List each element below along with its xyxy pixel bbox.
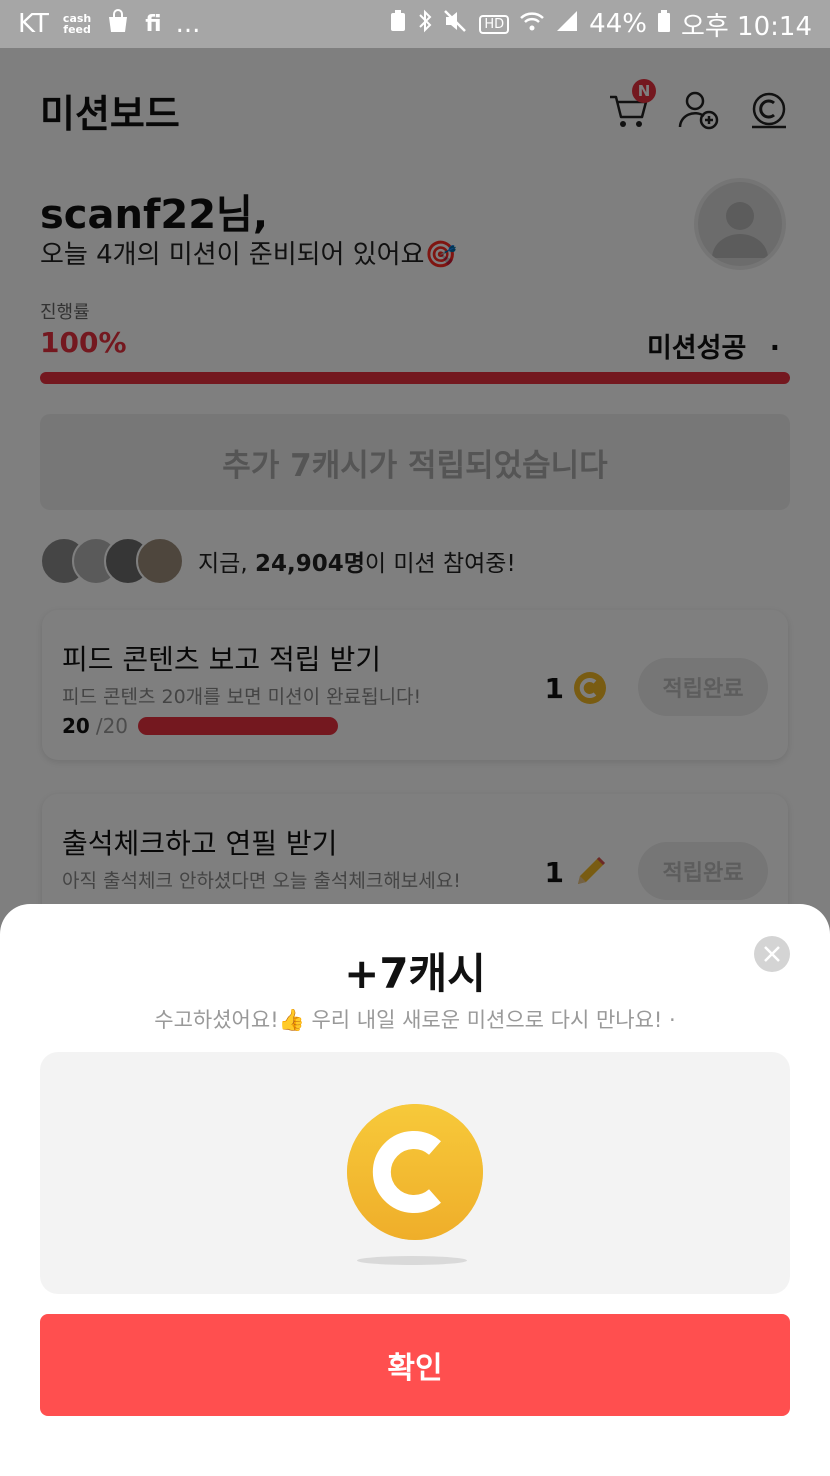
confirm-button[interactable]: 확인 [40, 1314, 790, 1416]
battery-percent: 44% [589, 9, 647, 39]
signal-icon [555, 9, 579, 39]
battery-saver-icon [389, 9, 407, 39]
reward-message: 수고하셨어요!👍 우리 내일 새로운 미션으로 다시 만나요! · [154, 1008, 676, 1032]
reward-title: +7캐시 [344, 949, 486, 998]
bluetooth-icon [417, 8, 433, 40]
cashfeed-icon: cash feed [63, 13, 91, 35]
shopping-bag-icon [105, 8, 131, 40]
coin-shadow [357, 1256, 467, 1265]
fi-icon: fi [145, 11, 162, 37]
battery-icon [657, 9, 671, 39]
cash-coin-icon [347, 1104, 483, 1240]
close-button[interactable] [754, 936, 790, 972]
wifi-icon [519, 9, 545, 39]
hd-icon: HD [479, 14, 510, 34]
status-bar: KT cash feed fi ... HD 44% 오후 10:14 [0, 0, 830, 48]
mute-icon [443, 9, 469, 39]
coin-illustration-box [40, 1052, 790, 1294]
cashfeed-line2: feed [63, 23, 91, 36]
carrier-label: KT [18, 9, 49, 39]
close-icon [764, 946, 780, 962]
reward-bottom-sheet: +7캐시 수고하셨어요!👍 우리 내일 새로운 미션으로 다시 만나요! · 확… [0, 904, 830, 1476]
clock: 오후 10:14 [680, 11, 812, 42]
more-notifications: ... [175, 9, 201, 39]
